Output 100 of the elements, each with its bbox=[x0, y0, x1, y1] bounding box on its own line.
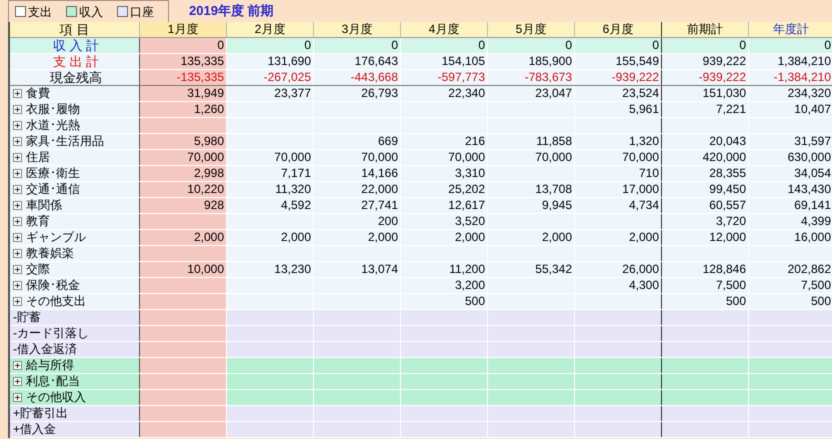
value-cell: 4,399 bbox=[749, 214, 832, 229]
value-cell: 10,000 bbox=[140, 262, 227, 277]
value-cell: -267,025 bbox=[227, 70, 314, 85]
value-cell: 70,000 bbox=[488, 150, 575, 165]
value-cell: 3,720 bbox=[662, 214, 749, 229]
value-cell: 22,340 bbox=[401, 86, 488, 101]
value-cell: 26,000 bbox=[575, 262, 662, 277]
value-cell: 131,690 bbox=[227, 54, 314, 69]
value-cell: 630,000 bbox=[749, 150, 832, 165]
value-cell: 13,230 bbox=[227, 262, 314, 277]
value-cell: 31,597 bbox=[749, 134, 832, 149]
value-cell: -597,773 bbox=[401, 70, 488, 85]
value-cell: 25,202 bbox=[401, 182, 488, 197]
value-cell: 176,643 bbox=[314, 54, 401, 69]
value-cell: 5,980 bbox=[140, 134, 227, 149]
value-cell: 60,557 bbox=[662, 198, 749, 213]
value-cell: 1,320 bbox=[575, 134, 662, 149]
value-cell: 11,320 bbox=[227, 182, 314, 197]
value-cell: 13,708 bbox=[488, 182, 575, 197]
expand-icon[interactable] bbox=[13, 297, 22, 306]
column-header[interactable]: 1月度 bbox=[140, 22, 227, 37]
value-cell: 0 bbox=[662, 38, 749, 53]
value-cell: 70,000 bbox=[227, 150, 314, 165]
value-cell: 2,998 bbox=[140, 166, 227, 181]
value-cell: 234,320 bbox=[749, 86, 832, 101]
value-cell: 0 bbox=[401, 38, 488, 53]
value-cell: 23,047 bbox=[488, 86, 575, 101]
value-cell: 202,862 bbox=[749, 262, 832, 277]
value-cell: 928 bbox=[140, 198, 227, 213]
expand-icon[interactable] bbox=[13, 137, 22, 146]
value-cell: 11,200 bbox=[401, 262, 488, 277]
value-cell: 7,500 bbox=[749, 278, 832, 293]
expand-icon[interactable] bbox=[13, 281, 22, 290]
column-header[interactable]: 5月度 bbox=[488, 22, 575, 37]
expand-icon[interactable] bbox=[13, 89, 22, 98]
value-cell: 128,846 bbox=[662, 262, 749, 277]
column-header[interactable]: 年度計 bbox=[749, 22, 832, 37]
value-cell: 939,222 bbox=[662, 54, 749, 69]
value-cell: 500 bbox=[749, 294, 832, 309]
value-cell: -939,222 bbox=[662, 70, 749, 85]
value-cell: 2,000 bbox=[575, 230, 662, 245]
value-cell: 151,030 bbox=[662, 86, 749, 101]
value-cell: 10,407 bbox=[749, 102, 832, 117]
expand-icon[interactable] bbox=[13, 169, 22, 178]
value-cell: -939,222 bbox=[575, 70, 662, 85]
value-cell: 2,000 bbox=[401, 230, 488, 245]
value-cell: 1,384,210 bbox=[749, 54, 832, 69]
value-cell: 7,171 bbox=[227, 166, 314, 181]
value-cell: -1,384,210 bbox=[749, 70, 832, 85]
expand-icon[interactable] bbox=[13, 217, 22, 226]
value-cell: 31,949 bbox=[140, 86, 227, 101]
value-cell: 143,430 bbox=[749, 182, 832, 197]
value-cell: 34,054 bbox=[749, 166, 832, 181]
column-header[interactable]: 前期計 bbox=[662, 22, 749, 37]
value-cell: 500 bbox=[662, 294, 749, 309]
value-cell: 26,793 bbox=[314, 86, 401, 101]
value-cell: 13,074 bbox=[314, 262, 401, 277]
expand-icon[interactable] bbox=[13, 105, 22, 114]
value-cell: -783,673 bbox=[488, 70, 575, 85]
value-cell: 70,000 bbox=[140, 150, 227, 165]
expand-icon[interactable] bbox=[13, 393, 22, 402]
value-cell: 710 bbox=[575, 166, 662, 181]
expand-icon[interactable] bbox=[13, 249, 22, 258]
expand-icon[interactable] bbox=[13, 265, 22, 274]
value-cell: 27,741 bbox=[314, 198, 401, 213]
value-cell: 12,617 bbox=[401, 198, 488, 213]
value-cell: 17,000 bbox=[575, 182, 662, 197]
column-header[interactable]: 2月度 bbox=[227, 22, 314, 37]
value-cell: 500 bbox=[401, 294, 488, 309]
expand-icon[interactable] bbox=[13, 377, 22, 386]
value-cell: 0 bbox=[140, 38, 227, 53]
value-cell: 9,945 bbox=[488, 198, 575, 213]
value-cell: 69,141 bbox=[749, 198, 832, 213]
expand-icon[interactable] bbox=[13, 185, 22, 194]
expand-icon[interactable] bbox=[13, 233, 22, 242]
value-cell: 200 bbox=[314, 214, 401, 229]
expand-icon[interactable] bbox=[13, 201, 22, 210]
value-cell: 7,221 bbox=[662, 102, 749, 117]
expand-icon[interactable] bbox=[13, 361, 22, 370]
value-cell: 28,355 bbox=[662, 166, 749, 181]
value-cell: 16,000 bbox=[749, 230, 832, 245]
value-cell: 135,335 bbox=[140, 54, 227, 69]
value-cell: 3,200 bbox=[401, 278, 488, 293]
value-cell: 23,524 bbox=[575, 86, 662, 101]
value-cell: 11,858 bbox=[488, 134, 575, 149]
value-cell: 2,000 bbox=[314, 230, 401, 245]
value-cell: 7,500 bbox=[662, 278, 749, 293]
value-cell: 2,000 bbox=[227, 230, 314, 245]
value-cell: -135,335 bbox=[140, 70, 227, 85]
expand-icon[interactable] bbox=[13, 121, 22, 130]
value-cell: 0 bbox=[314, 38, 401, 53]
value-cell: 1,260 bbox=[140, 102, 227, 117]
column-header[interactable]: 4月度 bbox=[401, 22, 488, 37]
column-header[interactable]: 6月度 bbox=[575, 22, 662, 37]
expand-icon[interactable] bbox=[13, 153, 22, 162]
value-cell: 185,900 bbox=[488, 54, 575, 69]
value-cell: 3,520 bbox=[401, 214, 488, 229]
value-cell: 420,000 bbox=[662, 150, 749, 165]
column-header[interactable]: 3月度 bbox=[314, 22, 401, 37]
value-cell: 70,000 bbox=[575, 150, 662, 165]
